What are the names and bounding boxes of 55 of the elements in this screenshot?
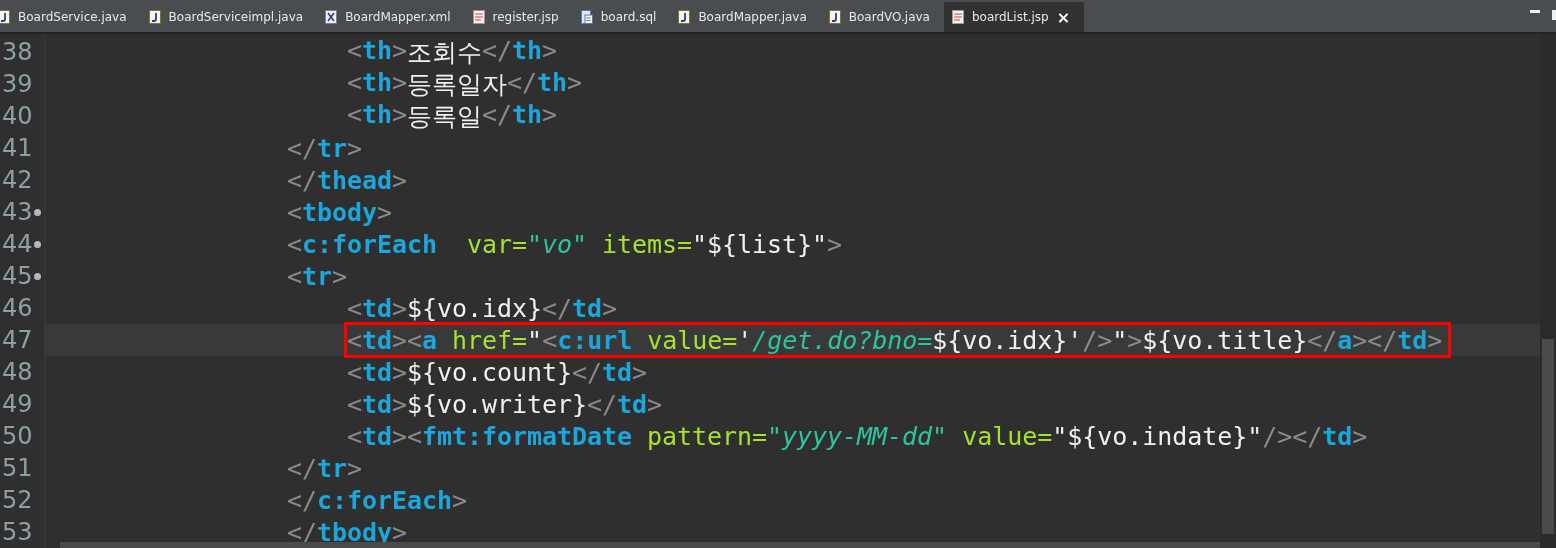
code-line: <th>등록일</th> <box>346 99 557 133</box>
code-line: </tbody> <box>286 517 408 547</box>
scrollbar[interactable] <box>1540 34 1556 548</box>
code-line: <td>${vo.idx}</td> <box>346 293 618 323</box>
line-number: 44 <box>2 229 33 260</box>
editor-tab[interactable]: BoardMapper.xml <box>317 2 465 32</box>
code-line: <td><a href="<c:url value='/get.do?bno=${vo.idx}'/>">${vo.title}</a></td> <box>347 325 1449 355</box>
line-number: 42 <box>2 165 33 196</box>
code-line: <td><fmt:formatDate pattern="yyyy-MM-dd" value="${vo.indate}"/></td> <box>346 421 1368 451</box>
fold-marker-icon[interactable] <box>33 272 41 280</box>
code-line: </tr> <box>286 133 363 163</box>
document-icon <box>472 10 485 24</box>
close-icon[interactable]: × <box>1056 7 1071 27</box>
line-number: 45 <box>2 261 33 292</box>
java-file-icon <box>0 10 10 24</box>
line-number: 48 <box>2 357 33 388</box>
line-number: 49 <box>2 389 33 420</box>
fold-marker-icon[interactable] <box>33 240 41 248</box>
document-icon <box>951 10 964 24</box>
line-number: 52 <box>2 485 33 516</box>
horizontal-scrollbar[interactable] <box>60 542 1540 548</box>
line-number: 41 <box>2 133 33 164</box>
line-number: 38 <box>2 37 33 68</box>
code-line: <tbody> <box>286 197 393 227</box>
editor-tab[interactable]: BoardMapper.java <box>670 2 821 32</box>
line-number: 40 <box>2 101 33 132</box>
line-number: 51 <box>2 453 33 484</box>
line-number: 43 <box>2 197 33 228</box>
code-line: <td>${vo.writer}</td> <box>346 389 663 419</box>
editor-tab[interactable]: BoardService.java <box>0 2 141 32</box>
code-line: </tr> <box>286 453 363 483</box>
code-line: <th>조회수</th> <box>346 35 557 69</box>
line-number: 50 <box>2 421 33 452</box>
line-number: 47 <box>2 325 33 356</box>
editor-tab[interactable]: BoardVO.java <box>820 2 944 32</box>
java-file-icon <box>678 10 691 24</box>
code-line: <c:forEach var="vo" items="${list}"> <box>286 229 843 259</box>
code-line: <tr> <box>286 261 348 291</box>
line-number: 39 <box>2 69 33 100</box>
editor-tab[interactable]: register.jsp <box>464 2 573 32</box>
database-file-icon <box>580 10 593 24</box>
java-file-icon <box>828 10 841 24</box>
editor-tab[interactable]: board.sql <box>572 2 671 32</box>
editor-tab[interactable]: BoardServiceimpl.java <box>140 2 318 32</box>
code-line: <td>${vo.count}</td> <box>346 357 648 387</box>
java-file-icon <box>148 10 161 24</box>
editor-tab[interactable]: boardList.jsp × <box>943 2 1085 32</box>
xml-file-icon <box>325 10 338 24</box>
code-line: </c:forEach> <box>286 485 468 515</box>
minimize-icon[interactable] <box>1530 10 1540 14</box>
fold-marker-icon[interactable] <box>33 208 41 216</box>
code-line: </thead> <box>286 165 408 195</box>
code-line: <th>등록일자</th> <box>346 67 582 101</box>
line-number: 46 <box>2 293 33 324</box>
line-number: 53 <box>2 517 33 548</box>
